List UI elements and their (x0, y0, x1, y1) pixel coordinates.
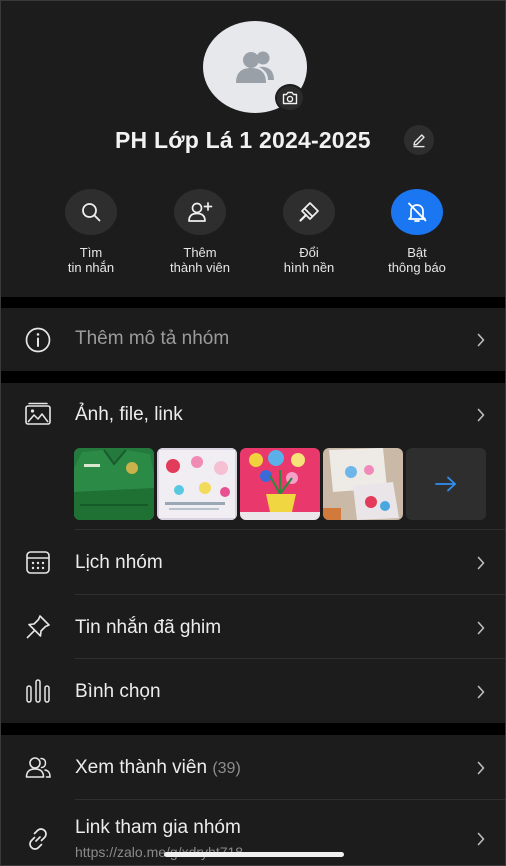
add-description-label: Thêm mô tả nhóm (75, 328, 230, 349)
chevron-right-icon (475, 760, 487, 776)
action-label-line1: Tìm (79, 245, 103, 260)
add-member-action[interactable]: Thêm thành viên (145, 189, 255, 275)
action-label-line1: Bật (407, 245, 427, 260)
search-messages-button[interactable] (65, 189, 117, 235)
pencil-icon (413, 134, 425, 148)
chevron-right-icon (475, 407, 487, 423)
group-settings-screen: PH Lớp Lá 1 2024-2025 Tìm tin nhắn Thêm … (0, 0, 506, 866)
change-background-button[interactable] (283, 189, 335, 235)
search-icon (82, 203, 101, 222)
home-indicator[interactable] (164, 852, 344, 857)
pinned-messages-row[interactable]: Tin nhắn đã ghim (1, 595, 505, 659)
link-icon (23, 824, 53, 854)
search-messages-action[interactable]: Tìm tin nhắn (36, 189, 146, 275)
enable-notifications-action[interactable]: Bật thông báo (362, 189, 472, 275)
calendar-icon (23, 547, 53, 577)
members-card: Xem thành viên (39) Link tham gia nhóm h… (1, 735, 505, 865)
media-label: Ảnh, file, link (75, 404, 183, 425)
action-label-line1: Đổi (299, 245, 319, 260)
chevron-right-icon (475, 831, 487, 847)
polls-label: Bình chọn (75, 681, 161, 702)
members-icon (23, 753, 53, 783)
add-member-button[interactable] (174, 189, 226, 235)
view-members-row[interactable]: Xem thành viên (39) (1, 735, 505, 799)
camera-icon (282, 91, 298, 105)
pin-icon (23, 612, 53, 642)
media-row[interactable]: Ảnh, file, link (1, 383, 505, 447)
action-label-line2: tin nhắn (67, 260, 115, 275)
description-card: Thêm mô tả nhóm (1, 308, 505, 371)
group-header: PH Lớp Lá 1 2024-2025 Tìm tin nhắn Thêm … (1, 1, 505, 297)
member-count: (39) (212, 760, 241, 777)
enable-notifications-button[interactable] (391, 189, 443, 235)
bell-off-icon (408, 202, 427, 222)
media-thumbnail[interactable] (240, 448, 320, 520)
view-members-label: Xem thành viên (39) (75, 757, 241, 779)
join-link-label: Link tham gia nhóm (75, 817, 241, 838)
media-thumbnail[interactable] (323, 448, 403, 520)
action-label-line2: thông báo (388, 260, 446, 275)
edit-name-button[interactable] (404, 125, 434, 155)
chevron-right-icon (475, 620, 487, 636)
chevron-right-icon (475, 332, 487, 348)
media-thumbnail[interactable] (74, 448, 154, 520)
view-more-media-button[interactable] (406, 448, 486, 520)
group-avatar-icon (236, 51, 274, 83)
polls-row[interactable]: Bình chọn (1, 659, 505, 723)
paint-brush-icon (299, 202, 319, 222)
change-avatar-button[interactable] (275, 84, 305, 112)
chevron-right-icon (475, 684, 487, 700)
view-members-text: Xem thành viên (75, 757, 208, 778)
group-title: PH Lớp Lá 1 2024-2025 (115, 127, 371, 153)
group-calendar-label: Lịch nhóm (75, 552, 163, 573)
poll-icon (23, 676, 53, 706)
add-member-icon (188, 202, 213, 222)
action-label-line1: Thêm (183, 245, 217, 260)
media-thumbnail[interactable] (157, 448, 237, 520)
group-calendar-row[interactable]: Lịch nhóm (1, 530, 505, 594)
media-thumbnails (74, 448, 488, 520)
info-icon (23, 325, 53, 355)
photo-album-icon (23, 400, 53, 430)
change-background-action[interactable]: Đổi hình nền (254, 189, 364, 275)
add-description-row[interactable]: Thêm mô tả nhóm (1, 308, 505, 371)
group-title-row: PH Lớp Lá 1 2024-2025 (1, 125, 505, 157)
chevron-right-icon (475, 555, 487, 571)
arrow-right-icon (435, 476, 456, 492)
media-menu-card: Ảnh, file, link Lịch nhóm Tin nhắn đã gh… (1, 383, 505, 723)
action-label-line2: hình nền (283, 260, 335, 275)
action-label-line2: thành viên (170, 260, 230, 275)
pinned-messages-label: Tin nhắn đã ghim (75, 617, 222, 638)
